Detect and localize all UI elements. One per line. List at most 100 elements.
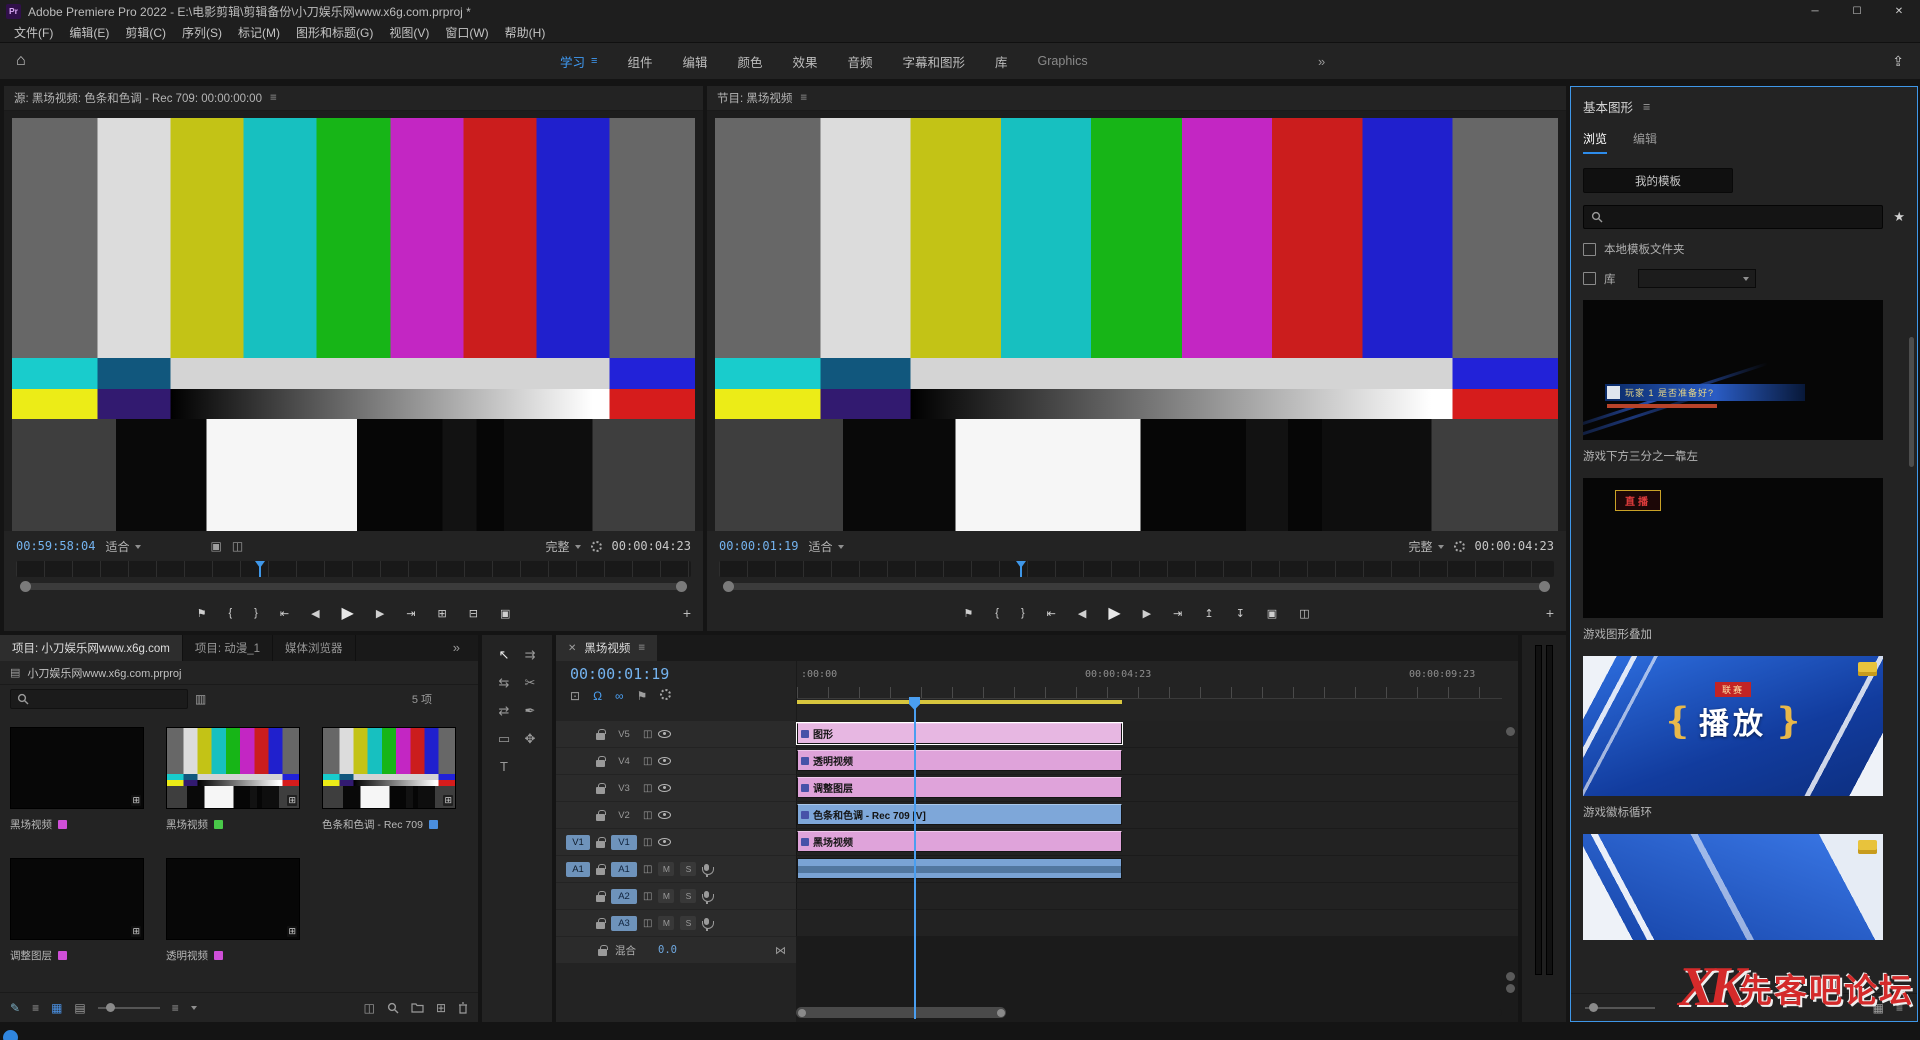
project-tab[interactable]: 项目: 小刀娱乐网www.x6g.com — [0, 635, 183, 661]
library-filter[interactable]: 库 — [1583, 269, 1905, 288]
search-options-icon[interactable]: ▥ — [195, 692, 206, 706]
video-track-lane[interactable]: 色条和色调 - Rec 709 [V] — [796, 802, 1518, 828]
project-file-row[interactable]: ▤ 小刀娱乐网www.x6g.com.prproj — [0, 661, 478, 685]
icon-view-icon[interactable]: ▦ — [51, 1001, 62, 1015]
favorites-star-icon[interactable]: ★ — [1893, 209, 1905, 225]
panel-menu-icon[interactable]: ≡ — [800, 92, 807, 104]
source-zoom-bar[interactable] — [20, 580, 687, 592]
eg-scrollbar[interactable] — [1909, 337, 1914, 467]
source-patch-toggle[interactable]: V1 — [566, 835, 590, 850]
settings-gear-icon[interactable] — [591, 541, 602, 552]
program-playhead[interactable] — [1020, 561, 1022, 577]
track-monitor-icon[interactable]: ◫ — [643, 918, 652, 929]
video-track-lane[interactable]: 透明视频 — [796, 748, 1518, 774]
my-templates-button[interactable]: 我的模板 — [1583, 168, 1733, 193]
solo-button[interactable]: S — [680, 862, 696, 876]
mute-button[interactable]: M — [658, 862, 674, 876]
toggle-track-output-icon[interactable] — [658, 784, 671, 792]
program-timecode[interactable]: 00:00:01:19 — [719, 539, 798, 553]
video-clip[interactable]: 黑场视频 — [797, 831, 1122, 852]
home-icon[interactable]: ⌂ — [16, 52, 26, 70]
lock-icon[interactable] — [596, 922, 605, 929]
tool-button[interactable]: T — [491, 759, 517, 774]
panel-overflow-icon[interactable]: » — [453, 640, 470, 655]
project-tab[interactable]: 项目: 动漫_1 — [183, 635, 273, 661]
template-card[interactable]: 直播 游戏图形叠加 — [1583, 478, 1893, 642]
workspace-tab[interactable]: 编辑 ≡ — [682, 52, 707, 71]
video-clip[interactable]: 图形 — [797, 723, 1122, 744]
settings-gear-icon[interactable] — [1454, 541, 1465, 552]
thumbnail-zoom-slider[interactable] — [98, 1007, 160, 1009]
linked-selection-icon[interactable]: ∞ — [615, 689, 624, 703]
workspace-tab[interactable]: 颜色 ≡ — [737, 52, 762, 71]
close-button[interactable]: ✕ — [1878, 0, 1920, 22]
source-resolution-select[interactable]: 完整 — [546, 538, 581, 555]
tool-button[interactable]: ✂ — [517, 675, 543, 691]
track-monitor-icon[interactable]: ◫ — [643, 837, 652, 848]
menu-item[interactable]: 剪辑(C) — [117, 24, 174, 41]
tool-button[interactable]: ⇉ — [517, 647, 543, 663]
menu-item[interactable]: 标记(M) — [230, 24, 288, 41]
overwrite-icon[interactable]: ⊟ — [469, 607, 478, 620]
video-clip[interactable]: 调整图层 — [797, 777, 1122, 798]
video-track-lane[interactable]: 图形 — [796, 721, 1518, 747]
project-item[interactable]: ⊞ 透明视频 — [166, 858, 316, 963]
tool-button[interactable]: ▭ — [491, 731, 517, 747]
source-zoom-select[interactable]: 适合 — [105, 538, 140, 555]
play-icon[interactable]: ▶ — [1108, 603, 1120, 623]
timeline-timecode[interactable]: 00:00:01:19 — [570, 665, 796, 683]
maximize-button[interactable]: ☐ — [1836, 0, 1878, 22]
lock-icon[interactable] — [596, 787, 605, 794]
new-bin-icon[interactable] — [411, 1002, 424, 1013]
timeline-playhead[interactable] — [914, 707, 916, 1019]
lock-icon[interactable] — [596, 760, 605, 767]
solo-button[interactable]: S — [680, 916, 696, 930]
menu-item[interactable]: 文件(F) — [6, 24, 61, 41]
step-forward-icon[interactable]: ▶ — [1143, 607, 1151, 620]
panel-menu-icon[interactable]: ≡ — [1643, 100, 1650, 114]
track-monitor-icon[interactable]: ◫ — [643, 810, 652, 821]
project-item-name[interactable]: 透明视频 — [166, 948, 208, 963]
keyframe-nav-icon[interactable]: ⋈ — [775, 944, 786, 957]
minimize-button[interactable]: ─ — [1794, 0, 1836, 22]
program-resolution-select[interactable]: 完整 — [1409, 538, 1444, 555]
template-card[interactable]: 玩家 1 是否准备好? 游戏下方三分之一靠左 — [1583, 300, 1893, 464]
source-monitor-header[interactable]: 源: 黑场视频: 色条和色调 - Rec 709: 00:00:00:00 ≡ — [4, 86, 703, 111]
button-editor-icon[interactable]: + — [1546, 605, 1554, 621]
tool-button[interactable]: ⇄ — [491, 703, 517, 719]
menu-item[interactable]: 编辑(E) — [61, 24, 117, 41]
source-patch-toggle[interactable] — [566, 889, 590, 904]
sort-icon[interactable]: ≡ — [172, 1001, 179, 1015]
toggle-track-output-icon[interactable] — [658, 757, 671, 765]
source-patch-toggle[interactable] — [566, 727, 590, 742]
freeform-view-icon[interactable]: ▤ — [74, 1001, 85, 1015]
workspace-tab[interactable]: 字幕和图形 ≡ — [903, 52, 966, 71]
export-frame-icon[interactable]: ▣ — [500, 607, 510, 620]
timeline-settings-icon[interactable] — [660, 689, 671, 700]
menu-item[interactable]: 帮助(H) — [497, 24, 554, 41]
timeline-vertical-scrollbar[interactable] — [1506, 727, 1515, 739]
project-item[interactable]: ⊞ 黑场视频 — [10, 727, 160, 832]
list-view-icon[interactable]: ≡ — [1896, 1001, 1903, 1015]
export-frame-icon[interactable]: ▣ — [1267, 607, 1277, 620]
track-monitor-icon[interactable]: ◫ — [643, 864, 652, 875]
audio-track-lane[interactable] — [796, 856, 1518, 882]
track-target-toggle[interactable]: V3 — [611, 781, 637, 796]
lift-icon[interactable]: ↥ — [1204, 607, 1213, 620]
toggle-track-output-icon[interactable] — [658, 838, 671, 846]
menu-item[interactable]: 窗口(W) — [437, 24, 496, 41]
mark-out-icon[interactable]: } — [1021, 607, 1025, 619]
safe-margins-icon[interactable]: ▣ — [211, 539, 222, 553]
mute-button[interactable]: M — [658, 916, 674, 930]
menu-item[interactable]: 图形和标题(G) — [288, 24, 381, 41]
timeline-horizontal-scrollbar[interactable] — [796, 1007, 1502, 1018]
workspace-tab[interactable]: Graphics ≡ — [1038, 54, 1088, 68]
zoom-handle-right[interactable] — [1539, 581, 1550, 592]
audio-track-lane[interactable] — [796, 883, 1518, 909]
essential-graphics-header[interactable]: 基本图形 ≡ — [1583, 97, 1905, 116]
work-area-bar[interactable] — [797, 700, 1122, 704]
template-card[interactable]: 联赛 播放 游戏徽标循环 — [1583, 656, 1893, 820]
menu-item[interactable]: 序列(S) — [174, 24, 230, 41]
step-back-icon[interactable]: ◀ — [1078, 607, 1086, 620]
timeline-ruler[interactable]: :00:0000:00:04:2300:00:09:23 — [796, 661, 1502, 721]
